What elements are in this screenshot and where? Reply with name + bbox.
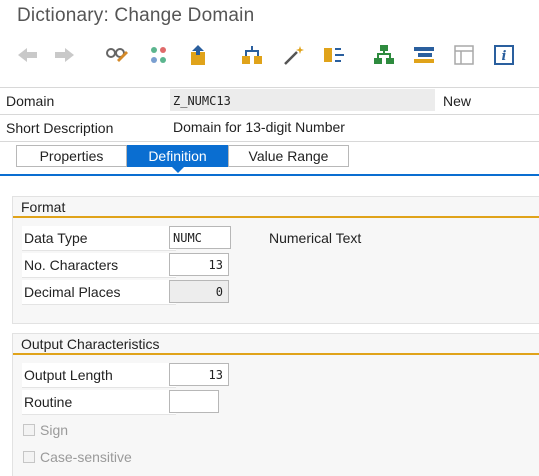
- navigation-icon[interactable]: [322, 44, 346, 66]
- tab-divider: [0, 174, 539, 176]
- domain-value: Z_NUMC13: [173, 94, 231, 108]
- decimal-places-label: Decimal Places: [22, 280, 176, 305]
- sign-label: Sign: [40, 422, 69, 438]
- format-title: Format: [21, 199, 66, 215]
- routine-input[interactable]: [169, 390, 219, 413]
- data-type-description: Numerical Text: [269, 230, 362, 246]
- format-group: Format Data Type NUMC Numerical Text No.…: [12, 196, 539, 324]
- data-type-label: Data Type: [22, 226, 176, 251]
- case-sensitive-checkbox: Case-sensitive: [22, 447, 162, 469]
- display-change-icon[interactable]: [104, 44, 130, 66]
- domain-row: Domain Z_NUMC13 New: [0, 87, 539, 114]
- output-characteristics-title: Output Characteristics: [21, 336, 160, 352]
- short-description-field[interactable]: Domain for 13-digit Number: [170, 116, 470, 138]
- output-title-underline: [13, 353, 539, 355]
- where-used-icon[interactable]: [240, 44, 264, 66]
- sign-checkbox-box: [23, 424, 35, 436]
- routine-label: Routine: [22, 390, 176, 415]
- list-view-icon[interactable]: [452, 44, 476, 66]
- no-characters-label: No. Characters: [22, 253, 176, 278]
- short-description-row: Short Description Domain for 13-digit Nu…: [0, 114, 539, 142]
- output-length-label: Output Length: [22, 363, 176, 388]
- title-bar: Dictionary: Change Domain: [0, 0, 539, 34]
- back-icon[interactable]: [16, 44, 40, 66]
- decimal-places-input: 0: [169, 280, 229, 303]
- sign-checkbox: Sign: [22, 420, 142, 442]
- other-object-icon[interactable]: [148, 44, 172, 66]
- output-characteristics-group: Output Characteristics Output Length 13 …: [12, 333, 539, 476]
- data-type-input[interactable]: NUMC: [169, 226, 231, 249]
- magic-wand-icon[interactable]: [282, 44, 306, 66]
- domain-label: Domain: [6, 93, 55, 109]
- domain-status: New: [443, 93, 472, 109]
- window-title: Dictionary: Change Domain: [17, 5, 255, 26]
- format-title-underline: [13, 216, 539, 218]
- case-sensitive-checkbox-box: [23, 451, 35, 463]
- tab-definition[interactable]: Definition: [127, 145, 228, 167]
- case-sensitive-label: Case-sensitive: [40, 449, 132, 465]
- output-length-input[interactable]: 13: [169, 363, 229, 386]
- toolbar: i: [0, 36, 539, 76]
- svg-text:i: i: [502, 49, 507, 64]
- forward-icon[interactable]: [52, 44, 76, 66]
- short-description-value: Domain for 13-digit Number: [173, 119, 345, 135]
- no-characters-input[interactable]: 13: [169, 253, 229, 276]
- domain-field: Z_NUMC13: [170, 89, 435, 111]
- hierarchy-icon[interactable]: [372, 44, 396, 66]
- tab-properties[interactable]: Properties: [16, 145, 127, 167]
- active-tab-pointer: [172, 167, 184, 173]
- activate-icon[interactable]: [186, 44, 212, 66]
- info-icon[interactable]: i: [492, 44, 516, 66]
- object-list-icon[interactable]: [412, 44, 436, 66]
- short-description-label: Short Description: [6, 120, 114, 136]
- tab-value-range[interactable]: Value Range: [228, 145, 349, 167]
